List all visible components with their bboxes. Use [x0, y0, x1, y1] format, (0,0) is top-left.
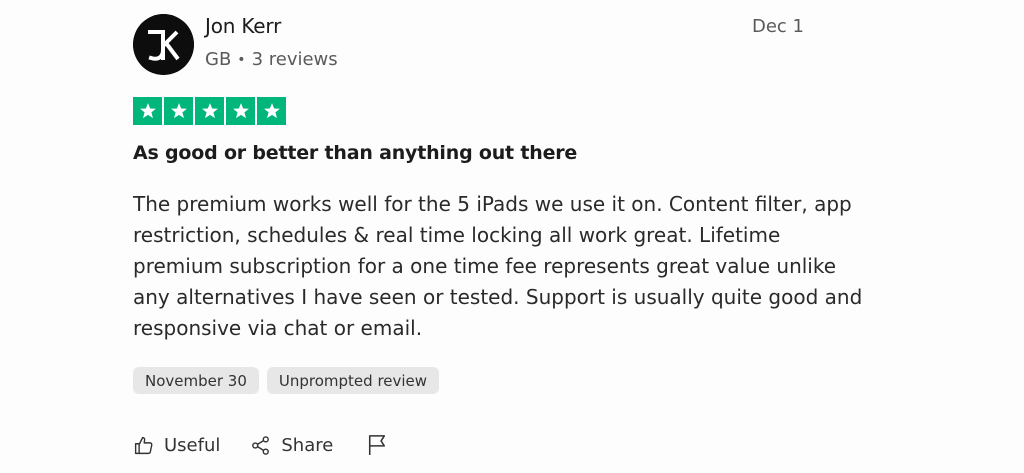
- useful-label: Useful: [164, 434, 221, 456]
- review-actions: Useful Share: [133, 434, 387, 456]
- share-icon: [252, 435, 270, 455]
- star-icon: [257, 97, 286, 125]
- thumbs-up-icon: [134, 436, 153, 454]
- review-body-line: The premium works well for the 5 iPads w…: [133, 192, 852, 216]
- unprompted-review-tag[interactable]: Unprompted review: [266, 367, 440, 394]
- share-button[interactable]: Share: [250, 435, 333, 456]
- experience-date-tag: November 30: [133, 367, 259, 394]
- review-body-line: premium subscription for a one time fee …: [133, 254, 837, 278]
- review-body-line: responsive via chat or email.: [133, 316, 423, 340]
- share-label: Share: [281, 434, 334, 456]
- avatar[interactable]: [133, 14, 194, 75]
- review-card: Jon Kerr GB • 3 reviews Dec 1 As good or…: [0, 0, 1024, 473]
- jk-monogram-icon: [133, 14, 194, 75]
- star-icon: [133, 97, 162, 125]
- reviewer-country: GB: [205, 49, 232, 70]
- reviewer-name[interactable]: Jon Kerr: [205, 14, 281, 38]
- star-icon: [195, 97, 224, 125]
- review-body-line: restriction, schedules & real time locki…: [133, 223, 781, 247]
- review-body: The premium works well for the 5 iPads w…: [133, 189, 873, 344]
- flag-icon: [369, 435, 386, 455]
- report-button[interactable]: [367, 434, 387, 456]
- review-body-line: any alternatives I have seen or tested. …: [133, 285, 863, 309]
- star-icon: [226, 97, 255, 125]
- useful-button[interactable]: Useful: [133, 435, 220, 456]
- review-date: Dec 1: [752, 16, 805, 37]
- meta-separator: •: [237, 51, 246, 68]
- reviewer-review-count: 3 reviews: [251, 49, 338, 70]
- reviewer-meta: GB • 3 reviews: [205, 49, 338, 70]
- review-tags: November 30 Unprompted review: [133, 367, 440, 394]
- star-icon: [164, 97, 193, 125]
- star-rating: [133, 97, 286, 125]
- review-title[interactable]: As good or better than anything out ther…: [133, 142, 577, 164]
